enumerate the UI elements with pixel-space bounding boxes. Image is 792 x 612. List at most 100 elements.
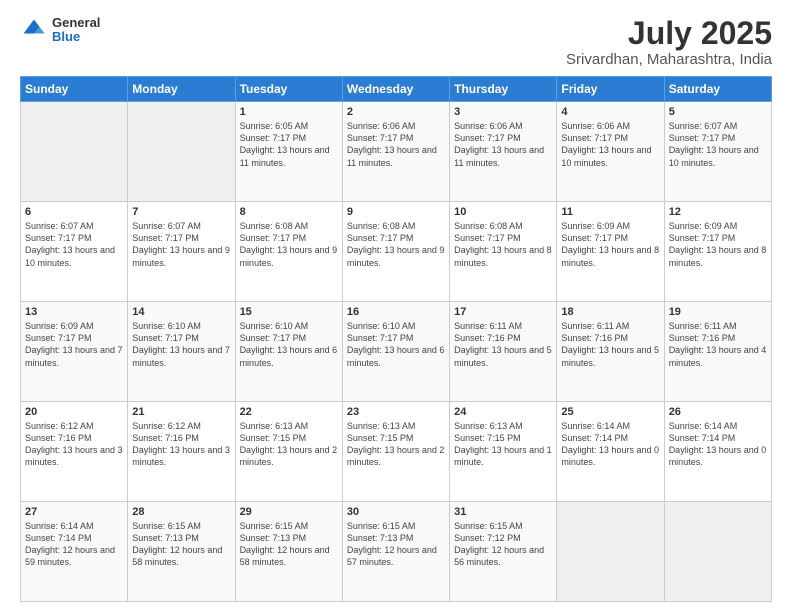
day-info: Sunrise: 6:15 AMSunset: 7:13 PMDaylight:… — [132, 520, 230, 569]
weekday-header: Sunday — [21, 77, 128, 102]
day-info: Sunrise: 6:05 AMSunset: 7:17 PMDaylight:… — [240, 120, 338, 169]
calendar-cell: 19 Sunrise: 6:11 AMSunset: 7:16 PMDayligh… — [664, 302, 771, 402]
weekday-header: Tuesday — [235, 77, 342, 102]
day-number: 11 — [561, 206, 659, 218]
logo-text: General Blue — [52, 16, 100, 45]
calendar-cell: 15 Sunrise: 6:10 AMSunset: 7:17 PMDayligh… — [235, 302, 342, 402]
weekday-header: Saturday — [664, 77, 771, 102]
calendar-cell: 6 Sunrise: 6:07 AMSunset: 7:17 PMDaylight… — [21, 202, 128, 302]
weekday-header: Friday — [557, 77, 664, 102]
weekday-header-row: SundayMondayTuesdayWednesdayThursdayFrid… — [21, 77, 772, 102]
calendar-cell — [21, 102, 128, 202]
logo-icon — [20, 16, 48, 44]
day-info: Sunrise: 6:11 AMSunset: 7:16 PMDaylight:… — [561, 320, 659, 369]
calendar-cell: 22Sunrise: 6:13 AMSunset: 7:15 PMDayligh… — [235, 402, 342, 502]
day-info: Sunrise: 6:10 AMSunset: 7:17 PMDaylight:… — [240, 320, 338, 369]
main-title: July 2025 — [566, 16, 772, 51]
day-number: 20 — [25, 406, 123, 418]
calendar-cell: 12 Sunrise: 6:09 AMSunset: 7:17 PMDayligh… — [664, 202, 771, 302]
calendar-cell: 20 Sunrise: 6:12 AMSunset: 7:16 PMDayligh… — [21, 402, 128, 502]
day-info: Sunrise: 6:09 AMSunset: 7:17 PMDaylight:… — [25, 320, 123, 369]
day-info: Sunrise: 6:14 AMSunset: 7:14 PMDaylight:… — [25, 520, 123, 569]
day-info: Sunrise: 6:09 AMSunset: 7:17 PMDaylight:… — [669, 220, 767, 269]
day-info: Sunrise: 6:12 AMSunset: 7:16 PMDaylight:… — [132, 420, 230, 469]
day-number: 4 — [561, 106, 659, 118]
calendar-cell — [128, 102, 235, 202]
calendar-cell: 4 Sunrise: 6:06 AMSunset: 7:17 PMDaylight… — [557, 102, 664, 202]
day-number: 19 — [669, 306, 767, 318]
day-info: Sunrise: 6:06 AMSunset: 7:17 PMDaylight:… — [561, 120, 659, 169]
calendar-cell: 7 Sunrise: 6:07 AMSunset: 7:17 PMDaylight… — [128, 202, 235, 302]
calendar-cell: 11 Sunrise: 6:09 AMSunset: 7:17 PMDayligh… — [557, 202, 664, 302]
day-info: Sunrise: 6:08 AMSunset: 7:17 PMDaylight:… — [240, 220, 338, 269]
day-info: Sunrise: 6:07 AMSunset: 7:17 PMDaylight:… — [669, 120, 767, 169]
day-info: Sunrise: 6:12 AMSunset: 7:16 PMDaylight:… — [25, 420, 123, 469]
day-number: 12 — [669, 206, 767, 218]
day-info: Sunrise: 6:11 AMSunset: 7:16 PMDaylight:… — [669, 320, 767, 369]
day-info: Sunrise: 6:15 AMSunset: 7:12 PMDaylight:… — [454, 520, 552, 569]
title-block: July 2025 Srivardhan, Maharashtra, India — [566, 16, 772, 68]
day-number: 21 — [132, 406, 230, 418]
day-number: 1 — [240, 106, 338, 118]
calendar-cell: 8 Sunrise: 6:08 AMSunset: 7:17 PMDaylight… — [235, 202, 342, 302]
day-info: Sunrise: 6:13 AMSunset: 7:15 PMDaylight:… — [454, 420, 552, 469]
day-number: 24 — [454, 406, 552, 418]
day-number: 30 — [347, 506, 445, 518]
day-info: Sunrise: 6:11 AMSunset: 7:16 PMDaylight:… — [454, 320, 552, 369]
day-info: Sunrise: 6:06 AMSunset: 7:17 PMDaylight:… — [347, 120, 445, 169]
calendar-week-row: 6 Sunrise: 6:07 AMSunset: 7:17 PMDaylight… — [21, 202, 772, 302]
calendar-cell: 9Sunrise: 6:08 AMSunset: 7:17 PMDaylight… — [342, 202, 449, 302]
day-number: 22 — [240, 406, 338, 418]
calendar-cell: 13 Sunrise: 6:09 AMSunset: 7:17 PMDayligh… — [21, 302, 128, 402]
day-number: 15 — [240, 306, 338, 318]
calendar-cell: 26 Sunrise: 6:14 AMSunset: 7:14 PMDayligh… — [664, 402, 771, 502]
calendar-cell: 25Sunrise: 6:14 AMSunset: 7:14 PMDayligh… — [557, 402, 664, 502]
day-info: Sunrise: 6:10 AMSunset: 7:17 PMDaylight:… — [347, 320, 445, 369]
weekday-header: Wednesday — [342, 77, 449, 102]
day-info: Sunrise: 6:15 AMSunset: 7:13 PMDaylight:… — [347, 520, 445, 569]
day-number: 6 — [25, 206, 123, 218]
calendar-week-row: 1 Sunrise: 6:05 AMSunset: 7:17 PMDaylight… — [21, 102, 772, 202]
sub-title: Srivardhan, Maharashtra, India — [566, 51, 772, 68]
day-number: 31 — [454, 506, 552, 518]
day-number: 26 — [669, 406, 767, 418]
logo-blue-label: Blue — [52, 30, 100, 44]
calendar-cell: 14Sunrise: 6:10 AMSunset: 7:17 PMDayligh… — [128, 302, 235, 402]
calendar-cell: 5Sunrise: 6:07 AMSunset: 7:17 PMDaylight… — [664, 102, 771, 202]
calendar-cell: 30 Sunrise: 6:15 AMSunset: 7:13 PMDayligh… — [342, 502, 449, 602]
calendar-cell: 31 Sunrise: 6:15 AMSunset: 7:12 PMDayligh… — [450, 502, 557, 602]
day-info: Sunrise: 6:08 AMSunset: 7:17 PMDaylight:… — [347, 220, 445, 269]
calendar-week-row: 13 Sunrise: 6:09 AMSunset: 7:17 PMDayligh… — [21, 302, 772, 402]
page: General Blue July 2025 Srivardhan, Mahar… — [0, 0, 792, 612]
calendar-cell: 3 Sunrise: 6:06 AMSunset: 7:17 PMDaylight… — [450, 102, 557, 202]
day-number: 27 — [25, 506, 123, 518]
calendar-cell: 21 Sunrise: 6:12 AMSunset: 7:16 PMDayligh… — [128, 402, 235, 502]
logo: General Blue — [20, 16, 100, 45]
day-info: Sunrise: 6:08 AMSunset: 7:17 PMDaylight:… — [454, 220, 552, 269]
day-number: 8 — [240, 206, 338, 218]
day-info: Sunrise: 6:09 AMSunset: 7:17 PMDaylight:… — [561, 220, 659, 269]
calendar-cell: 29Sunrise: 6:15 AMSunset: 7:13 PMDayligh… — [235, 502, 342, 602]
day-info: Sunrise: 6:07 AMSunset: 7:17 PMDaylight:… — [25, 220, 123, 269]
calendar-cell: 17Sunrise: 6:11 AMSunset: 7:16 PMDayligh… — [450, 302, 557, 402]
calendar-cell — [664, 502, 771, 602]
header: General Blue July 2025 Srivardhan, Mahar… — [20, 16, 772, 68]
calendar-cell: 28 Sunrise: 6:15 AMSunset: 7:13 PMDayligh… — [128, 502, 235, 602]
day-info: Sunrise: 6:07 AMSunset: 7:17 PMDaylight:… — [132, 220, 230, 269]
day-number: 16 — [347, 306, 445, 318]
day-info: Sunrise: 6:13 AMSunset: 7:15 PMDaylight:… — [347, 420, 445, 469]
day-number: 23 — [347, 406, 445, 418]
day-number: 25 — [561, 406, 659, 418]
calendar-cell — [557, 502, 664, 602]
calendar-table: SundayMondayTuesdayWednesdayThursdayFrid… — [20, 76, 772, 602]
weekday-header: Thursday — [450, 77, 557, 102]
day-number: 13 — [25, 306, 123, 318]
day-info: Sunrise: 6:06 AMSunset: 7:17 PMDaylight:… — [454, 120, 552, 169]
day-info: Sunrise: 6:14 AMSunset: 7:14 PMDaylight:… — [669, 420, 767, 469]
day-number: 2 — [347, 106, 445, 118]
day-number: 10 — [454, 206, 552, 218]
day-number: 7 — [132, 206, 230, 218]
day-number: 18 — [561, 306, 659, 318]
day-number: 28 — [132, 506, 230, 518]
day-number: 3 — [454, 106, 552, 118]
